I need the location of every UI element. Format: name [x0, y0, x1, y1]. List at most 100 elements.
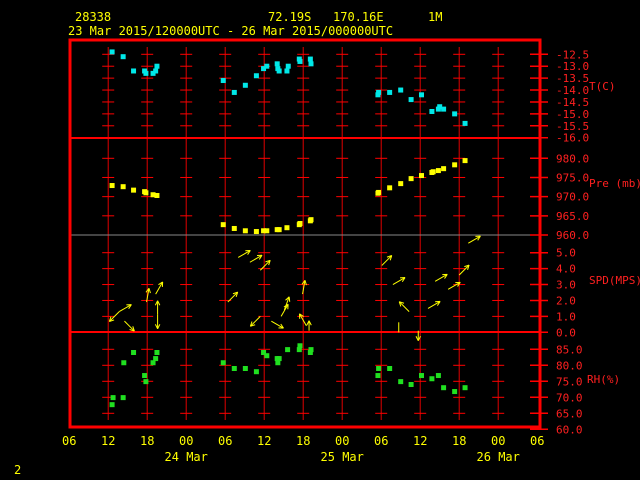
pressure-point [131, 187, 137, 193]
humidity-point [121, 360, 127, 366]
temperature-point [429, 108, 435, 114]
wind-arrow [301, 280, 307, 295]
humidity-point [376, 366, 382, 371]
temperature-point [264, 63, 270, 69]
humidity-point [297, 343, 303, 349]
temperature-point [308, 61, 314, 67]
pressure-point [408, 176, 414, 182]
y-tick-label: 70.0 [556, 391, 583, 404]
pressure-point [430, 169, 436, 175]
humidity-point [398, 379, 404, 385]
humidity-point [143, 379, 149, 385]
wind-arrow-head [288, 296, 291, 302]
y-tick-label: 5.0 [556, 247, 576, 260]
pressure-point [462, 158, 468, 164]
y-axis-label: RH(%) [587, 373, 620, 386]
y-tick-label: 75.0 [556, 375, 583, 388]
x-tick-label: 18 [296, 434, 310, 448]
data-marks [108, 49, 481, 408]
pressure-point [253, 229, 259, 235]
x-tick-label: 12 [413, 434, 427, 448]
wind-arrow [124, 320, 135, 332]
station-id: 28338 [75, 10, 111, 24]
x-date-label: 25 Mar [321, 450, 364, 464]
wind-arrow [447, 281, 461, 290]
wind-arrow [154, 314, 161, 330]
temperature-point [131, 68, 137, 74]
pressure-point [297, 220, 303, 226]
temperature-point [387, 89, 393, 95]
temperature-point [462, 120, 468, 126]
y-tick-label: 970.0 [556, 191, 589, 204]
temperature-point [419, 92, 424, 98]
wind-arrow [306, 320, 312, 331]
humidity-point [408, 382, 414, 387]
pressure-point [308, 217, 314, 223]
pressure-point [376, 189, 382, 195]
grid [70, 47, 540, 420]
wind-arrow [458, 264, 470, 276]
wind-arrow [280, 303, 289, 317]
humidity-point [452, 389, 458, 395]
humidity-point [154, 350, 160, 355]
y-tick-label: 2.0 [556, 294, 576, 307]
humidity-point [110, 395, 116, 401]
temperature-point [220, 78, 226, 84]
x-tick-label: 06 [62, 434, 76, 448]
y-tick-label: 4.0 [556, 263, 576, 276]
temperature-point [276, 68, 282, 74]
wind-arrow [381, 255, 393, 266]
humidity-point [264, 353, 270, 359]
humidity-point [153, 356, 159, 362]
temperature-point [231, 89, 237, 95]
wind-arrow [427, 300, 441, 309]
y-tick-label: 3.0 [556, 279, 576, 292]
temperature-point [120, 54, 126, 60]
x-tick-label: 00 [335, 434, 349, 448]
y-tick-label: 0.0 [556, 326, 576, 339]
temperature-point [297, 58, 303, 64]
x-tick-label: 00 [179, 434, 193, 448]
temperature-point [274, 61, 280, 67]
humidity-point [142, 373, 148, 379]
x-tick-label: 06 [530, 434, 544, 448]
wind-arrow [392, 277, 406, 285]
wind-arrow [154, 300, 161, 315]
x-tick-label: 18 [452, 434, 466, 448]
y-tick-label: 65.0 [556, 407, 583, 420]
humidity-point [308, 347, 314, 353]
x-tick-label: 12 [101, 434, 115, 448]
humidity-point [387, 366, 393, 371]
humidity-point [285, 347, 291, 353]
x-tick-label: 18 [140, 434, 154, 448]
station-longitude: 170.16E [333, 10, 384, 24]
wind-arrow [249, 254, 263, 263]
temperature-point [253, 73, 259, 79]
humidity-point [441, 385, 447, 391]
humidity-point [253, 369, 259, 375]
temperature-point [242, 82, 248, 88]
temperature-point [154, 63, 160, 69]
temperature-point [408, 97, 414, 103]
humidity-point [435, 373, 441, 379]
wind-arrow [237, 249, 251, 258]
temperature-point [307, 56, 313, 62]
humidity-point [276, 356, 282, 362]
pressure-point [435, 168, 441, 174]
wind-arrow [398, 301, 410, 312]
wind-arrow [468, 235, 481, 244]
y-tick-label: 980.0 [556, 152, 589, 165]
y-axis-label: SPD(MPS) [589, 274, 640, 287]
y-axis-label: T(C) [589, 80, 616, 93]
temperature-point [398, 87, 404, 93]
wind-arrow-shaft [381, 255, 393, 266]
pressure-point [284, 225, 290, 231]
axes: -12.5-13.0-13.5-14.0-14.5-15.0-15.5-16.0… [62, 38, 640, 464]
pressure-point [109, 183, 115, 189]
wind-arrow-shaft [250, 316, 261, 327]
temperature-point [285, 63, 291, 69]
pressure-point [264, 228, 270, 234]
pressure-point [120, 184, 126, 190]
wind-arrow [119, 304, 132, 313]
y-tick-label: 1.0 [556, 310, 576, 323]
